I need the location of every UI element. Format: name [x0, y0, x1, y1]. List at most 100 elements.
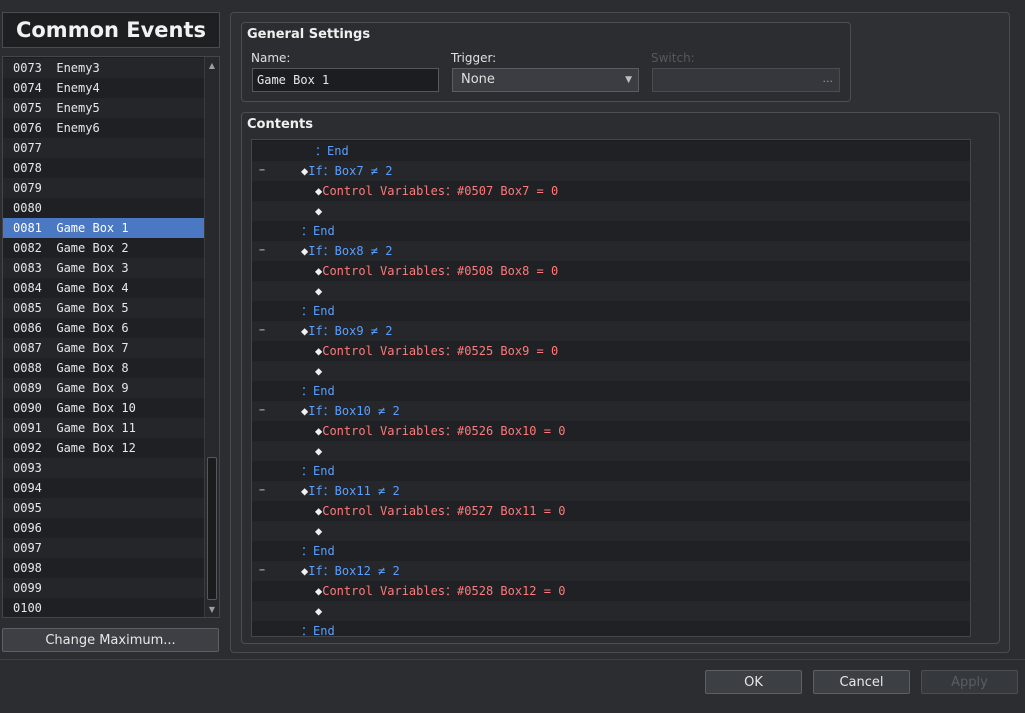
command-row[interactable]: − ◆If：Box8 ≠ 2: [252, 241, 970, 261]
ok-button[interactable]: OK: [705, 670, 802, 694]
command-row[interactable]: ◆Control Variables：#0527 Box11 = 0: [252, 501, 970, 521]
command-row[interactable]: ◆: [252, 361, 970, 381]
event-list-item[interactable]: 0100: [3, 598, 204, 617]
command-text: ◆Control Variables：#0525 Box9 = 0: [315, 341, 558, 361]
event-list-item[interactable]: 0085 Game Box 5: [3, 298, 204, 318]
command-segment: ◆: [315, 284, 323, 298]
command-row[interactable]: − ◆If：Box7 ≠ 2: [252, 161, 970, 181]
event-list-item[interactable]: 0096: [3, 518, 204, 538]
command-row[interactable]: ◆Control Variables：#0525 Box9 = 0: [252, 341, 970, 361]
command-segment: Control Variables：#0526 Box10 = 0: [322, 424, 566, 438]
event-list-item[interactable]: 0080: [3, 198, 204, 218]
command-segment: ◆: [315, 604, 323, 618]
command-segment: If：Box11 ≠ 2: [308, 484, 400, 498]
command-row[interactable]: ：End: [252, 141, 970, 161]
event-list-item[interactable]: 0076 Enemy6: [3, 118, 204, 138]
event-list-item[interactable]: 0098: [3, 558, 204, 578]
command-segment: ◆: [315, 204, 323, 218]
event-list-item[interactable]: 0090 Game Box 10: [3, 398, 204, 418]
event-list-item[interactable]: 0093: [3, 458, 204, 478]
command-row[interactable]: ：End: [252, 301, 970, 321]
command-text: ：End: [301, 621, 335, 637]
command-row[interactable]: ：End: [252, 541, 970, 561]
command-text: ：End: [301, 541, 335, 561]
command-row[interactable]: ◆: [252, 601, 970, 621]
event-list-item[interactable]: 0073 Enemy3: [3, 58, 204, 78]
command-segment: Control Variables：#0528 Box12 = 0: [322, 584, 566, 598]
command-row[interactable]: ：End: [252, 221, 970, 241]
command-rows: ：End − ◆If：Box7 ≠ 2 ◆Control Variables：#050…: [252, 141, 970, 637]
scroll-down-icon[interactable]: ▼: [205, 602, 219, 616]
command-segment: ◆: [315, 444, 323, 458]
command-row[interactable]: ◆: [252, 441, 970, 461]
collapse-icon[interactable]: −: [259, 241, 265, 261]
event-list-item[interactable]: 0084 Game Box 4: [3, 278, 204, 298]
collapse-icon[interactable]: −: [259, 321, 265, 341]
command-segment: If：Box8 ≠ 2: [308, 244, 393, 258]
collapse-icon[interactable]: −: [259, 561, 265, 581]
scroll-thumb[interactable]: [207, 457, 217, 600]
command-row[interactable]: − ◆If：Box11 ≠ 2: [252, 481, 970, 501]
command-segment: ：End: [301, 624, 335, 637]
general-settings-title: General Settings: [247, 27, 371, 42]
trigger-select[interactable]: None ▼: [452, 68, 639, 92]
command-row[interactable]: ◆Control Variables：#0507 Box7 = 0: [252, 181, 970, 201]
command-text: ◆If：Box7 ≠ 2: [301, 161, 392, 181]
command-segment: ：End: [301, 224, 335, 238]
event-list-item[interactable]: 0097: [3, 538, 204, 558]
command-text: ：End: [301, 381, 335, 401]
command-text: ◆Control Variables：#0528 Box12 = 0: [315, 581, 565, 601]
event-list-item[interactable]: 0081 Game Box 1: [3, 218, 204, 238]
command-row[interactable]: ◆: [252, 521, 970, 541]
command-text: ◆If：Box9 ≠ 2: [301, 321, 392, 341]
command-text: ◆If：Box11 ≠ 2: [301, 481, 400, 501]
event-list-item[interactable]: 0082 Game Box 2: [3, 238, 204, 258]
command-row[interactable]: ：End: [252, 621, 970, 637]
command-row[interactable]: ◆Control Variables：#0526 Box10 = 0: [252, 421, 970, 441]
command-text: ◆: [315, 601, 322, 621]
cancel-button[interactable]: Cancel: [813, 670, 910, 694]
contents-list[interactable]: ：End − ◆If：Box7 ≠ 2 ◆Control Variables：#050…: [251, 139, 971, 637]
command-segment: If：Box12 ≠ 2: [308, 564, 400, 578]
name-label: Name:: [251, 51, 291, 65]
command-text: ：End: [315, 141, 349, 161]
collapse-icon[interactable]: −: [259, 481, 265, 501]
event-list-scrollbar[interactable]: ▲ ▼: [204, 57, 219, 617]
command-row[interactable]: ◆Control Variables：#0508 Box8 = 0: [252, 261, 970, 281]
event-list-item[interactable]: 0083 Game Box 3: [3, 258, 204, 278]
command-row[interactable]: ：End: [252, 461, 970, 481]
command-row[interactable]: − ◆If：Box9 ≠ 2: [252, 321, 970, 341]
event-list-item[interactable]: 0089 Game Box 9: [3, 378, 204, 398]
command-row[interactable]: ：End: [252, 381, 970, 401]
change-maximum-button[interactable]: Change Maximum...: [2, 628, 219, 652]
event-list-item[interactable]: 0099: [3, 578, 204, 598]
command-row[interactable]: ◆Control Variables：#0528 Box12 = 0: [252, 581, 970, 601]
event-list-item[interactable]: 0086 Game Box 6: [3, 318, 204, 338]
scroll-up-icon[interactable]: ▲: [205, 58, 219, 72]
event-list-item[interactable]: 0091 Game Box 11: [3, 418, 204, 438]
event-list-item[interactable]: 0074 Enemy4: [3, 78, 204, 98]
common-event-list[interactable]: 0073 Enemy3 0074 Enemy4 0075 Enemy5 0076 En…: [2, 56, 220, 618]
event-list-item[interactable]: 0075 Enemy5: [3, 98, 204, 118]
switch-field: ...: [652, 68, 840, 92]
collapse-icon[interactable]: −: [259, 161, 265, 181]
command-text: ：End: [301, 221, 335, 241]
name-input[interactable]: Game Box 1: [252, 68, 439, 92]
command-segment: If：Box10 ≠ 2: [308, 404, 400, 418]
event-list-item[interactable]: 0087 Game Box 7: [3, 338, 204, 358]
event-list-item[interactable]: 0077: [3, 138, 204, 158]
command-row[interactable]: − ◆If：Box12 ≠ 2: [252, 561, 970, 581]
collapse-icon[interactable]: −: [259, 401, 265, 421]
command-row[interactable]: ◆: [252, 201, 970, 221]
chevron-down-icon: ▼: [625, 75, 632, 85]
event-list-item[interactable]: 0079: [3, 178, 204, 198]
apply-button[interactable]: Apply: [921, 670, 1018, 694]
event-list-item[interactable]: 0078: [3, 158, 204, 178]
event-list-item[interactable]: 0092 Game Box 12: [3, 438, 204, 458]
command-row[interactable]: ◆: [252, 281, 970, 301]
command-text: ◆: [315, 521, 322, 541]
event-list-item[interactable]: 0094: [3, 478, 204, 498]
event-list-item[interactable]: 0088 Game Box 8: [3, 358, 204, 378]
command-row[interactable]: − ◆If：Box10 ≠ 2: [252, 401, 970, 421]
event-list-item[interactable]: 0095: [3, 498, 204, 518]
